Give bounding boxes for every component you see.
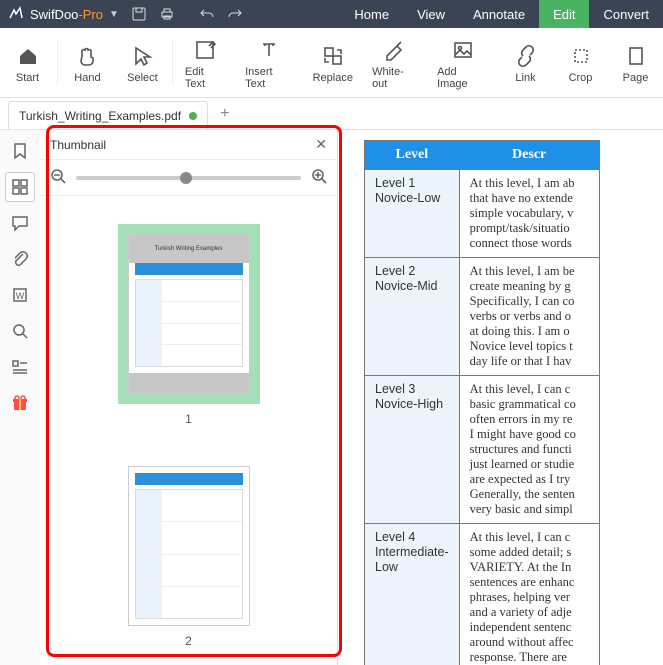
tool-insert-text[interactable]: Insert Text xyxy=(235,28,303,97)
thumbnail-panel: Thumbnail ✕ Turkish Writing Examples xyxy=(40,130,338,665)
sidebar-search[interactable] xyxy=(5,316,35,346)
thumbnail-panel-title: Thumbnail xyxy=(50,138,106,152)
tool-whiteout[interactable]: White-out xyxy=(362,28,427,97)
document-tabs: Turkish_Writing_Examples.pdf + xyxy=(0,98,663,130)
app-dropdown-icon[interactable]: ▼ xyxy=(109,9,119,20)
thumbnail-page-2[interactable]: 2 xyxy=(128,466,250,648)
toolbar: Start Hand Select Edit Text Insert Text … xyxy=(0,28,663,98)
undo-icon[interactable] xyxy=(193,0,221,28)
sidebar-bookmark[interactable] xyxy=(5,136,35,166)
col-level: Level xyxy=(365,141,460,170)
sidebar: W xyxy=(0,130,40,665)
redo-icon[interactable] xyxy=(221,0,249,28)
thumbnail-zoom-slider[interactable] xyxy=(76,176,301,180)
tool-replace[interactable]: Replace xyxy=(303,28,362,97)
table-row: Level 3Novice-High At this level, I can … xyxy=(365,376,600,524)
menu-edit[interactable]: Edit xyxy=(539,0,589,28)
sidebar-fields[interactable] xyxy=(5,352,35,382)
document-tab[interactable]: Turkish_Writing_Examples.pdf xyxy=(8,101,208,129)
tool-start[interactable]: Start xyxy=(0,28,55,97)
sidebar-gift[interactable] xyxy=(5,388,35,418)
menu-view[interactable]: View xyxy=(403,0,459,28)
menu-bar: Home View Annotate Edit Convert xyxy=(340,0,663,28)
add-tab-button[interactable]: + xyxy=(220,105,229,129)
col-descr: Descr xyxy=(459,141,599,170)
table-row: Level 2Novice-Mid At this level, I am be… xyxy=(365,258,600,376)
menu-convert[interactable]: Convert xyxy=(589,0,663,28)
tool-hand[interactable]: Hand xyxy=(60,28,115,97)
document-viewport[interactable]: Level Descr Level 1Novice-Low At this le… xyxy=(338,130,663,665)
sidebar-thumbnails[interactable] xyxy=(5,172,35,202)
table-row: Level 1Novice-Low At this level, I am ab… xyxy=(365,170,600,258)
zoom-in-icon[interactable] xyxy=(311,168,327,187)
tool-link[interactable]: Link xyxy=(498,28,553,97)
thumbnail-page-1[interactable]: Turkish Writing Examples 1 xyxy=(118,224,260,426)
tab-filename: Turkish_Writing_Examples.pdf xyxy=(19,109,181,123)
svg-text:W: W xyxy=(16,291,25,301)
document-table: Level Descr Level 1Novice-Low At this le… xyxy=(364,140,600,665)
close-icon[interactable]: ✕ xyxy=(315,136,327,153)
sidebar-word[interactable]: W xyxy=(5,280,35,310)
tool-page[interactable]: Page xyxy=(608,28,663,97)
save-icon[interactable] xyxy=(125,0,153,28)
app-name: SwifDoo-Pro xyxy=(30,7,103,22)
menu-home[interactable]: Home xyxy=(340,0,403,28)
app-logo xyxy=(8,6,24,22)
tool-crop[interactable]: Crop xyxy=(553,28,608,97)
tool-edit-text[interactable]: Edit Text xyxy=(175,28,235,97)
sidebar-attachments[interactable] xyxy=(5,244,35,274)
unsaved-indicator-icon xyxy=(189,112,197,120)
print-icon[interactable] xyxy=(153,0,181,28)
menu-annotate[interactable]: Annotate xyxy=(459,0,539,28)
sidebar-annotations[interactable] xyxy=(5,208,35,238)
zoom-out-icon[interactable] xyxy=(50,168,66,187)
table-row: Level 4Intermediate-Low At this level, I… xyxy=(365,524,600,665)
tool-select[interactable]: Select xyxy=(115,28,170,97)
tool-add-image[interactable]: Add Image xyxy=(427,28,498,97)
